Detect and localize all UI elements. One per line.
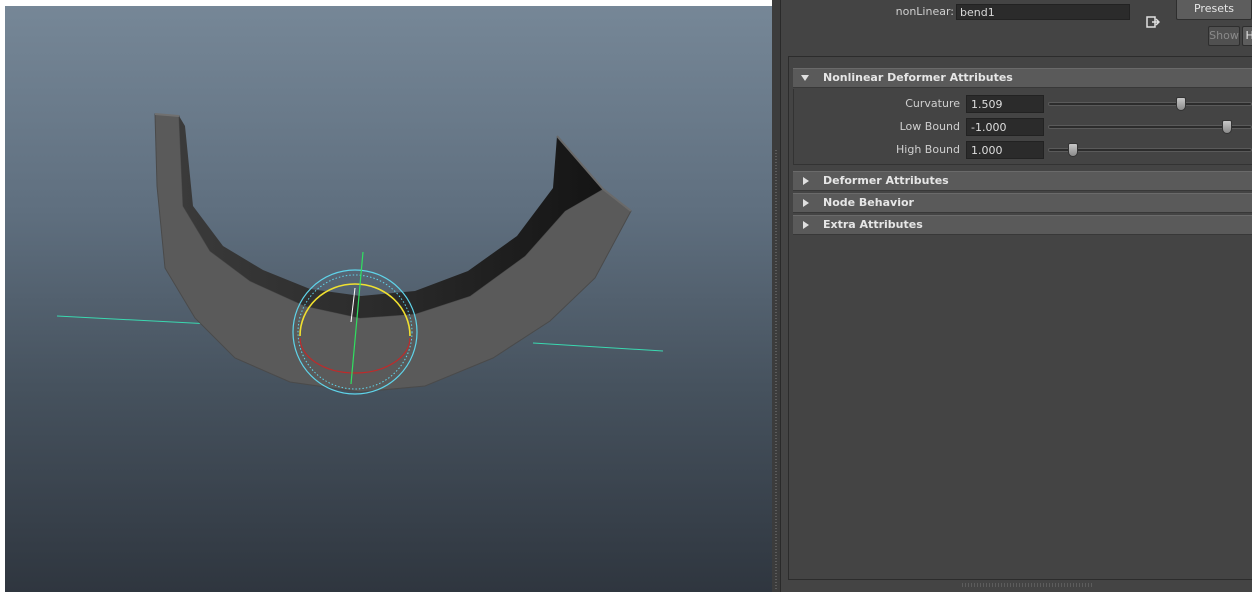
slider-handle[interactable] xyxy=(1068,143,1078,157)
attr-label: High Bound xyxy=(896,143,960,156)
axis-line-left xyxy=(56,315,212,325)
section-title: Deformer Attributes xyxy=(823,174,949,187)
hide-button[interactable]: Hide xyxy=(1242,26,1252,46)
attr-row-curvature: Curvature 1.509 xyxy=(794,93,1252,115)
section-nonlinear-deformer-attributes[interactable]: Nonlinear Deformer Attributes xyxy=(793,68,1252,88)
focus-icon[interactable] xyxy=(1146,16,1160,28)
expand-arrow-icon xyxy=(803,177,809,185)
slider-handle[interactable] xyxy=(1222,120,1232,134)
slider-handle[interactable] xyxy=(1176,97,1186,111)
node-type-label: nonLinear: xyxy=(895,5,954,18)
section-deformer-attributes[interactable]: Deformer Attributes xyxy=(793,171,1252,191)
resize-grip[interactable] xyxy=(962,583,1092,587)
section-title: Nonlinear Deformer Attributes xyxy=(823,71,1013,84)
low-bound-slider[interactable] xyxy=(1048,120,1252,134)
high-bound-slider[interactable] xyxy=(1048,143,1252,157)
collapse-arrow-icon xyxy=(801,75,809,81)
attribute-editor: nonLinear: bend1 Presets Show Hide Nonli… xyxy=(772,0,1252,592)
section-title: Extra Attributes xyxy=(823,218,923,231)
section-node-behavior[interactable]: Node Behavior xyxy=(793,193,1252,213)
curvature-field[interactable]: 1.509 xyxy=(966,95,1044,113)
expand-arrow-icon xyxy=(803,221,809,229)
attr-label: Curvature xyxy=(905,97,960,110)
attr-row-low-bound: Low Bound -1.000 xyxy=(794,116,1252,138)
low-bound-field[interactable]: -1.000 xyxy=(966,118,1044,136)
attr-row-high-bound: High Bound 1.000 xyxy=(794,139,1252,161)
panel-splitter[interactable] xyxy=(772,0,781,592)
curvature-slider[interactable] xyxy=(1048,97,1252,111)
attribute-sections: Nonlinear Deformer Attributes Curvature … xyxy=(788,56,1252,580)
expand-arrow-icon xyxy=(803,199,809,207)
section-title: Node Behavior xyxy=(823,196,914,209)
show-button[interactable]: Show xyxy=(1208,26,1240,46)
axis-line-right xyxy=(532,342,664,352)
nonlinear-attributes-body: Curvature 1.509 Low Bound -1.000 High Bo… xyxy=(793,89,1252,165)
section-extra-attributes[interactable]: Extra Attributes xyxy=(793,215,1252,235)
high-bound-field[interactable]: 1.000 xyxy=(966,141,1044,159)
viewport-scene xyxy=(56,113,664,395)
attr-label: Low Bound xyxy=(899,120,960,133)
node-name-field[interactable]: bend1 xyxy=(956,4,1130,20)
presets-button[interactable]: Presets xyxy=(1176,0,1252,20)
viewport-3d[interactable] xyxy=(5,6,772,592)
